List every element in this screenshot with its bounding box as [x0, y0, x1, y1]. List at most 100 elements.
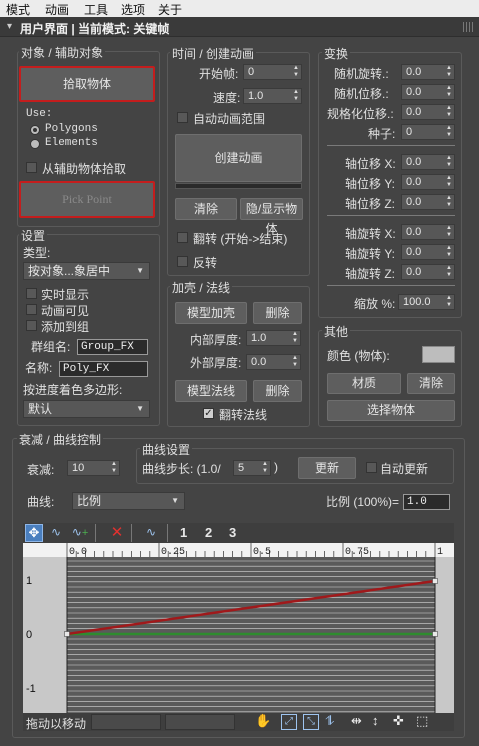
- curve-graph[interactable]: 0.0 0.25 0.5 0.75 1 1 0 -1: [23, 543, 454, 713]
- random-rotation-label: 随机旋转.:: [334, 67, 389, 81]
- seed-label: 种子:: [368, 127, 396, 141]
- axis-rotate-y-spinner[interactable]: 0.0 ▲ ▼: [401, 244, 455, 260]
- falloff-label: 衰减:: [27, 463, 55, 477]
- show-hide-button[interactable]: 隐/显示物体: [240, 198, 303, 236]
- auto-update-checkbox[interactable]: [366, 462, 377, 473]
- realtime-checkbox[interactable]: [26, 288, 37, 299]
- seed-spinner[interactable]: 0 ▲ ▼: [401, 124, 455, 140]
- falloff-title: 衰减 / 曲线控制: [17, 431, 104, 448]
- collapse-icon[interactable]: ▾: [7, 21, 12, 32]
- other-clear-button[interactable]: 清除: [407, 373, 455, 394]
- toolbar-divider: [131, 524, 132, 542]
- region-zoom-icon[interactable]: ⬚: [416, 713, 428, 729]
- curve-insert-icon[interactable]: ∿: [47, 524, 65, 542]
- curve-end-point[interactable]: [432, 578, 438, 584]
- shell-delete-button[interactable]: 删除: [253, 302, 302, 324]
- fit-vertical-icon[interactable]: ↕: [372, 713, 379, 728]
- auto-range-label: 自动动画范围: [193, 112, 266, 126]
- zoom-icon[interactable]: ✜: [393, 713, 404, 729]
- name-field[interactable]: Poly_FX: [59, 361, 148, 377]
- pick-object-button[interactable]: 拾取物体: [19, 66, 155, 102]
- zoom-horizontal-icon[interactable]: ⤡: [303, 714, 319, 730]
- speed-spinner[interactable]: 1.0 ▲ ▼: [243, 88, 302, 104]
- axis-rotate-x-spinner[interactable]: 0.0 ▲ ▼: [401, 224, 455, 240]
- update-button[interactable]: 更新: [298, 457, 356, 479]
- menu-animation[interactable]: 动画: [45, 1, 69, 18]
- add-point-icon[interactable]: ∿+: [69, 524, 91, 542]
- inner-thickness-label: 内部厚度:: [190, 333, 242, 347]
- inner-thickness-spinner[interactable]: 1.0 ▲ ▼: [246, 330, 301, 346]
- random-position-spinner[interactable]: 0.0 ▲ ▼: [401, 84, 455, 100]
- shell-button[interactable]: 模型加壳: [175, 302, 247, 324]
- menu-tools[interactable]: 工具: [84, 1, 108, 18]
- start-frame-spinner[interactable]: 0 ▲ ▼: [243, 64, 302, 80]
- auto-range-checkbox[interactable]: [177, 112, 188, 123]
- move-icon[interactable]: ✥: [25, 524, 43, 542]
- add-group-label: 添加到组: [41, 320, 90, 334]
- pan-icon[interactable]: ✋: [255, 713, 271, 729]
- pick-point-button[interactable]: Pick Point: [19, 181, 155, 218]
- outer-thickness-spinner[interactable]: 0.0 ▲ ▼: [246, 354, 301, 370]
- ruler-label: 0.25: [161, 547, 185, 558]
- material-button[interactable]: 材质: [327, 373, 401, 394]
- fit-horizontal-icon[interactable]: ⇹: [351, 713, 362, 729]
- clear-button[interactable]: 清除: [175, 198, 237, 220]
- axis-offset-y-label: 轴位移 Y:: [345, 177, 396, 191]
- color-progress-dropdown[interactable]: 默认 ▼: [23, 400, 150, 418]
- type-label: 类型:: [23, 246, 51, 260]
- ruler-label: 1: [437, 547, 443, 558]
- pick-from-helper-label: 从辅助物体拾取: [42, 162, 127, 176]
- normal-button[interactable]: 模型法线: [175, 380, 247, 402]
- curve-step-spinner[interactable]: 5 ▲ ▼: [233, 460, 271, 476]
- normalize-spinner[interactable]: 0.0 ▲ ▼: [401, 104, 455, 120]
- curve-step-close: ): [274, 460, 278, 474]
- object-color-swatch[interactable]: [422, 346, 455, 363]
- flip-checkbox[interactable]: [177, 256, 188, 267]
- scale-spinner[interactable]: 100.0 ▲ ▼: [398, 294, 455, 310]
- reset-curve-icon[interactable]: ∿: [142, 524, 160, 542]
- ruler-label: 0.5: [253, 547, 271, 558]
- reverse-checkbox[interactable]: [177, 232, 188, 243]
- curve-start-point[interactable]: [64, 631, 70, 637]
- menu-mode[interactable]: 模式: [6, 1, 30, 18]
- ratio-field[interactable]: 1.0: [403, 494, 450, 510]
- menu-options[interactable]: 选项: [121, 1, 145, 18]
- y-axis-label: 0: [26, 629, 32, 641]
- flip-normals-checkbox[interactable]: ✓: [203, 408, 214, 419]
- reverse-label: 翻转 (开始->结束): [193, 232, 288, 246]
- type-dropdown[interactable]: 按对象...象居中 ▼: [23, 262, 150, 280]
- axis-offset-y-spinner[interactable]: 0.0 ▲ ▼: [401, 174, 455, 190]
- curve-2-button[interactable]: 2: [205, 525, 212, 540]
- select-object-button[interactable]: 选择物体: [327, 400, 455, 421]
- axis-offset-x-spinner[interactable]: 0.0 ▲ ▼: [401, 154, 455, 170]
- curve-end-point[interactable]: [432, 631, 438, 637]
- anim-visible-label: 动画可见: [41, 304, 90, 318]
- group-name-field[interactable]: Group_FX: [77, 339, 148, 355]
- use-label: Use:: [26, 108, 53, 120]
- falloff-spinner[interactable]: 10 ▲ ▼: [67, 460, 120, 476]
- axis-offset-z-spinner[interactable]: 0.0 ▲ ▼: [401, 194, 455, 210]
- rollout-header[interactable]: ▾ 用户界面 | 当前模式: 关键帧: [0, 17, 479, 37]
- elements-label: Elements: [45, 137, 98, 149]
- transform-title: 变换: [322, 45, 351, 62]
- anim-visible-checkbox[interactable]: [26, 304, 37, 315]
- elements-radio[interactable]: [30, 139, 40, 149]
- pick-from-helper-checkbox[interactable]: [26, 162, 37, 173]
- axis-rotate-z-spinner[interactable]: 0.0 ▲ ▼: [401, 264, 455, 280]
- random-rotation-spinner[interactable]: 0.0 ▲ ▼: [401, 64, 455, 80]
- zoom-value-icon[interactable]: ⥮: [325, 713, 334, 729]
- realtime-label: 实时显示: [41, 288, 90, 302]
- normal-delete-button[interactable]: 删除: [253, 380, 302, 402]
- ratio-label: 比例 (100%)=: [326, 495, 400, 509]
- polygons-radio[interactable]: [30, 125, 40, 135]
- create-animation-button[interactable]: 创建动画: [175, 134, 302, 182]
- divider: [327, 145, 455, 146]
- add-group-checkbox[interactable]: [26, 320, 37, 331]
- grip-icon[interactable]: [463, 22, 473, 32]
- zoom-extents-icon[interactable]: ⤢: [281, 714, 297, 730]
- curve-dropdown[interactable]: 比例 ▼: [72, 492, 185, 510]
- curve-1-button[interactable]: 1: [180, 525, 187, 540]
- menu-about[interactable]: 关于: [158, 1, 182, 18]
- curve-3-button[interactable]: 3: [229, 525, 236, 540]
- delete-point-icon[interactable]: ✕: [108, 524, 126, 542]
